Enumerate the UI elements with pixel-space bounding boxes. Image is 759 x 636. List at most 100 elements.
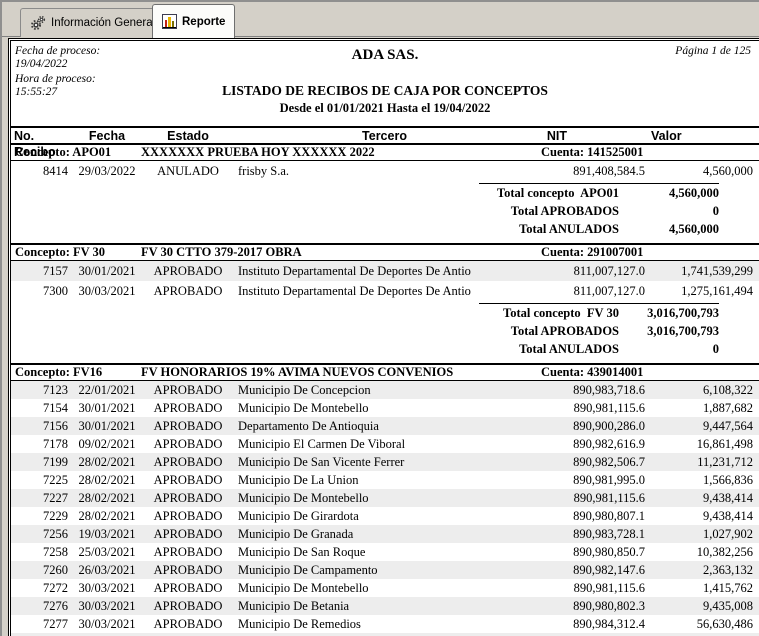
cell-recibo: 7272 [11,579,71,597]
cell-fecha: 26/03/2021 [71,561,143,579]
cell-valor: 11,231,712 [651,453,759,471]
receipt-row: 727230/03/2021APROBADOMunicipio De Monte… [11,579,759,597]
cell-estado: APROBADO [143,525,233,543]
cell-nit: 811,007,127.0 [536,261,651,281]
cell-recibo: 7256 [11,525,71,543]
tab-bar: Información General Reporte [2,2,759,37]
cell-tercero: Departamento De Antioquia [233,417,536,435]
concept-description: FV HONORARIOS 19% AVIMA NUEVOS CONVENIOS [141,365,453,380]
cell-estado: APROBADO [143,597,233,615]
concept-totals: Total concepto APO014,560,000Total APROB… [11,181,759,243]
cell-estado: APROBADO [143,471,233,489]
cell-nit: 890,982,147.6 [536,561,651,579]
cell-tercero: Municipio De Betania [233,597,536,615]
cell-estado: APROBADO [143,561,233,579]
cell-recibo: 7178 [11,435,71,453]
cell-nit: 890,982,616.9 [536,435,651,453]
account-number-label: Cuenta: 141525001 [541,145,643,160]
concept-totals: Total concepto FV 303,016,700,793Total A… [11,301,759,363]
cell-recibo: 7229 [11,507,71,525]
cell-valor: 1,275,161,494 [651,281,759,301]
concept-code-label: Concepto: FV16 [15,365,102,380]
cell-tercero: Municipio De Girardota [233,507,536,525]
receipt-row: 719928/02/2021APROBADOMunicipio De San V… [11,453,759,471]
cell-fecha: 30/01/2021 [71,261,143,281]
report-window: Información General Reporte Fecha de pro… [0,0,759,636]
cell-nit: 890,980,802.3 [536,597,651,615]
cell-valor: 9,438,414 [651,489,759,507]
cell-recibo: 7227 [11,489,71,507]
total-value: 0 [619,202,719,220]
report-title: LISTADO DE RECIBOS DE CAJA POR CONCEPTOS [11,83,759,99]
total-label: Total concepto FV 30 [11,304,619,322]
concept-code-label: Concepto: APO01 [15,145,111,160]
cell-tercero: frisby S.a. [233,161,536,181]
cell-valor: 6,108,322 [651,381,759,399]
concept-code-label: Concepto: FV 30 [15,245,105,260]
cell-nit: 890,981,115.6 [536,579,651,597]
cell-estado: APROBADO [143,435,233,453]
account-number-label: Cuenta: 439014001 [541,365,643,380]
cell-recibo: 7123 [11,381,71,399]
receipt-row: 712322/01/2021APROBADOMunicipio De Conce… [11,381,759,399]
cell-nit: 890,984,312.4 [536,615,651,633]
cell-tercero: Municipio De San Roque [233,543,536,561]
cell-tercero: Municipio De La Union [233,471,536,489]
cell-fecha: 28/02/2021 [71,471,143,489]
cell-recibo: 7276 [11,597,71,615]
concept-header-row: Concepto: APO01 XXXXXXX PRUEBA HOY XXXXXX… [11,145,759,161]
tab-label: Información General [51,17,155,29]
cell-valor: 16,861,498 [651,435,759,453]
tab-informacion-general[interactable]: Información General [20,8,165,37]
receipt-row: 715430/01/2021APROBADOMunicipio De Monte… [11,399,759,417]
cell-valor: 10,382,256 [651,543,759,561]
cell-nit: 890,983,718.6 [536,381,651,399]
tab-reporte[interactable]: Reporte [152,4,235,38]
total-row: Total APROBADOS0 [11,202,759,220]
cell-nit: 890,900,286.0 [536,417,651,435]
cell-fecha: 29/03/2022 [71,161,143,181]
cell-nit: 811,007,127.0 [536,281,651,301]
concept-description: XXXXXXX PRUEBA HOY XXXXXX 2022 [141,145,375,160]
cell-nit: 890,982,506.7 [536,453,651,471]
receipt-row: 726026/03/2021APROBADOMunicipio De Campa… [11,561,759,579]
cell-recibo: 7157 [11,261,71,281]
cell-valor: 2,363,132 [651,561,759,579]
gears-icon [30,15,46,31]
cell-estado: APROBADO [143,489,233,507]
cell-valor: 9,435,008 [651,597,759,615]
concept-section: Concepto: FV16 FV HONORARIOS 19% AVIMA NU… [11,363,759,636]
cell-nit: 890,980,807.1 [536,507,651,525]
report-table-body: Concepto: APO01 XXXXXXX PRUEBA HOY XXXXXX… [11,145,759,636]
cell-valor: 56,630,486 [651,615,759,633]
cell-valor: 4,560,000 [651,161,759,181]
cell-fecha: 30/03/2021 [71,281,143,301]
cell-estado: ANULADO [143,161,233,181]
cell-nit: 890,980,850.7 [536,543,651,561]
total-value: 3,016,700,793 [619,304,719,322]
cell-fecha: 30/03/2021 [71,615,143,633]
cell-tercero: Municipio De Montebello [233,489,536,507]
receipt-row: 717809/02/2021APROBADOMunicipio El Carme… [11,435,759,453]
company-name: ADA SAS. [11,47,759,64]
total-row: Total APROBADOS3,016,700,793 [11,322,759,340]
cell-recibo: 7154 [11,399,71,417]
total-row: Total ANULADOS0 [11,340,759,358]
cell-recibo: 7260 [11,561,71,579]
total-row: Total concepto APO014,560,000 [11,184,759,202]
cell-tercero: Municipio De Concepcion [233,381,536,399]
cell-valor: 9,447,564 [651,417,759,435]
cell-estado: APROBADO [143,507,233,525]
cell-tercero: Municipio De Campamento [233,561,536,579]
cell-fecha: 28/02/2021 [71,489,143,507]
report-date-range: Desde el 01/01/2021 Hasta el 19/04/2022 [11,101,759,116]
total-value: 3,016,700,793 [619,322,719,340]
concept-header-row: Concepto: FV16 FV HONORARIOS 19% AVIMA NU… [11,365,759,381]
cell-tercero: Municipio De Granada [233,525,536,543]
total-label: Total ANULADOS [11,340,619,358]
cell-recibo: 7199 [11,453,71,471]
cell-estado: APROBADO [143,261,233,281]
cell-tercero: Municipio De Montebello [233,399,536,417]
cell-tercero: Municipio De San Vicente Ferrer [233,453,536,471]
receipt-row: 715730/01/2021APROBADOInstituto Departam… [11,261,759,281]
